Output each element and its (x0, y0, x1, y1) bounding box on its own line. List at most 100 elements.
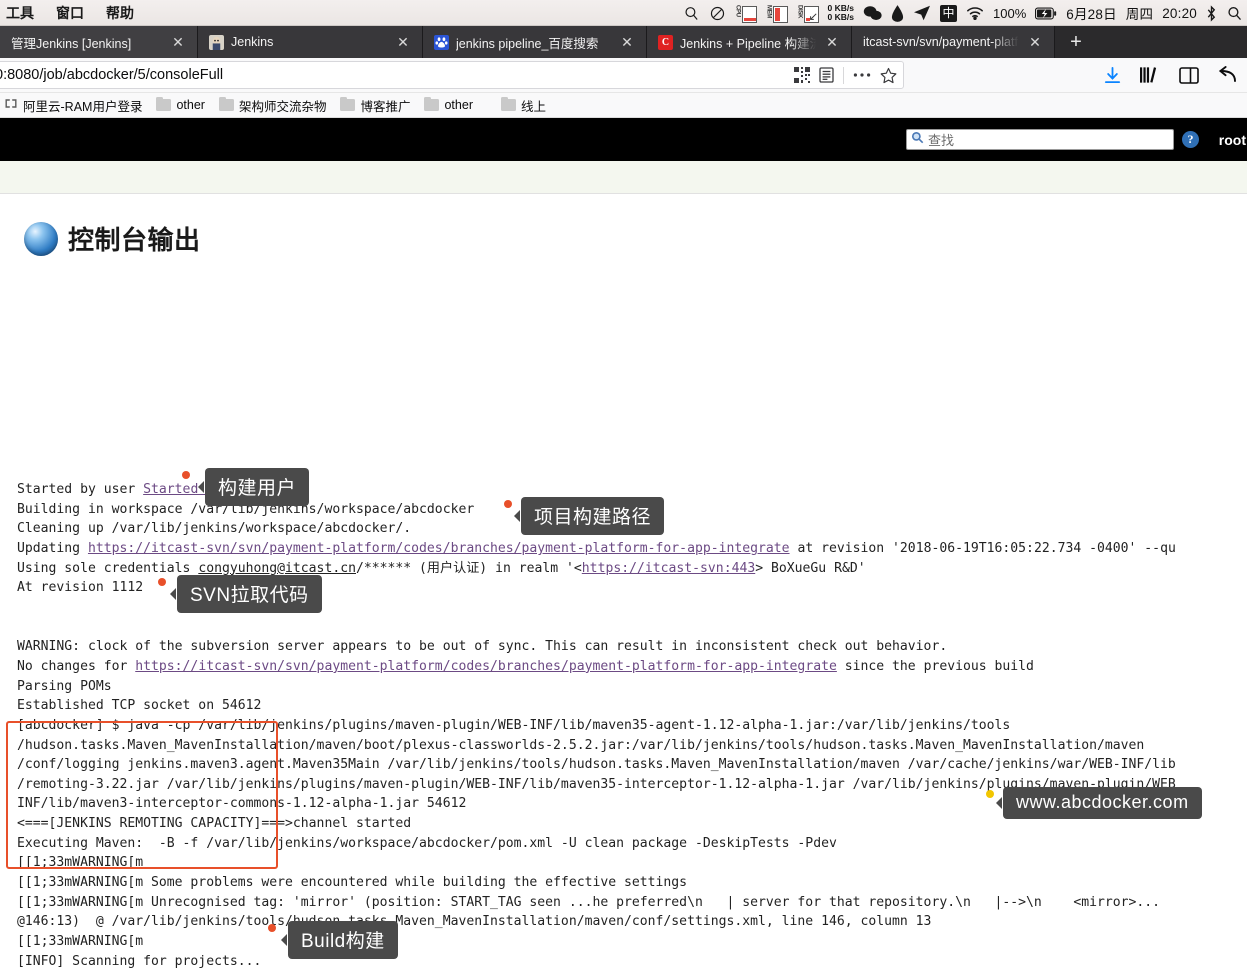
wechat-icon[interactable] (863, 0, 882, 26)
link-icon (4, 97, 18, 113)
bookmark-item[interactable]: 阿里云-RAM用户登录 (4, 96, 142, 115)
browser-tab[interactable]: 管理Jenkins [Jenkins] ✕ (0, 26, 198, 58)
qrcode-icon[interactable] (794, 67, 810, 83)
reader-mode-icon[interactable] (819, 67, 834, 83)
creative-cloud-icon[interactable] (709, 0, 726, 26)
console-line: Cleaning up /var/lib/jenkins/workspace/a… (17, 521, 412, 537)
realm-url-link[interactable]: https://itcast-svn:443 (582, 561, 755, 576)
url-input[interactable]: 0:8080/job/abcdocker/5/consoleFull (0, 67, 786, 83)
tab-title: 管理Jenkins [Jenkins] (11, 36, 132, 51)
search-input[interactable]: 查找 (906, 129, 1174, 150)
browser-tab[interactable]: itcast-svn/svn/payment-platform/co ✕ (852, 26, 1055, 58)
bookmark-label: 架构师交流杂物 (238, 99, 327, 114)
browser-tab[interactable]: C Jenkins + Pipeline 构建流水线发 ✕ (647, 26, 852, 58)
memory-meter-icon: MEM (766, 4, 788, 23)
menu-window[interactable]: 窗口 (56, 3, 84, 23)
console-line: No changes for https://itcast-svn/svn/pa… (17, 658, 1034, 674)
browser-tab[interactable]: Jenkins ✕ (198, 26, 423, 58)
close-icon[interactable]: ✕ (618, 35, 636, 49)
battery-charging-icon (1035, 0, 1057, 26)
cpu-meter-icon: CPU (735, 4, 757, 23)
url-bar[interactable]: 0:8080/job/abcdocker/5/consoleFull (0, 61, 904, 89)
console-line: Established TCP socket on 54612 (17, 698, 262, 714)
console-line: Updating https://itcast-svn/svn/payment-… (17, 540, 1176, 556)
callout-dot (504, 500, 512, 508)
bookmark-item[interactable]: 架构师交流杂物 (218, 96, 327, 115)
console-line: At revision 1112 (17, 580, 144, 596)
network-speed-indicator: 0 KB/s 0 KB/s (827, 3, 855, 23)
callout-dot (986, 790, 994, 798)
new-tab-button[interactable]: + (1055, 26, 1097, 58)
folder-icon (500, 96, 516, 111)
callout-label: www.abcdocker.com (1016, 792, 1189, 812)
status-ball-icon (24, 221, 58, 256)
svn-url-link[interactable]: https://itcast-svn/svn/payment-platform/… (88, 541, 790, 556)
bookmark-item[interactable]: other (156, 96, 205, 112)
close-icon[interactable]: ✕ (823, 35, 841, 49)
jenkins-favicon (209, 34, 224, 50)
menubar-date[interactable]: 6月28日 (1066, 3, 1117, 23)
close-icon[interactable]: ✕ (169, 35, 187, 49)
browser-navigation-bar: 0:8080/job/abcdocker/5/consoleFull (0, 58, 1247, 93)
wifi-icon[interactable] (966, 0, 984, 26)
console-line: [[1;33mWARNING[m Unrecognised tag: 'mirr… (17, 894, 1161, 910)
bookmark-label: other (444, 98, 473, 112)
callout-svn-checkout: SVN拉取代码 (170, 575, 322, 613)
library-icon[interactable] (1140, 66, 1161, 84)
spotlight-search-icon[interactable] (683, 0, 700, 26)
menu-tools[interactable]: 工具 (6, 3, 34, 23)
disk-meter-icon: DISK (797, 4, 819, 23)
toolbar-divider (843, 66, 844, 84)
browser-tab[interactable]: jenkins pipeline_百度搜索 ✕ (423, 26, 647, 58)
tab-title: jenkins pipeline_百度搜索 (456, 36, 599, 51)
callout-watermark-site: www.abcdocker.com (996, 787, 1202, 819)
dropbox-icon[interactable] (891, 0, 904, 26)
current-user-label[interactable]: root (1219, 132, 1247, 148)
console-line: Executing Maven: -B -f /var/lib/jenkins/… (17, 835, 837, 851)
sidebar-icon[interactable] (1179, 66, 1199, 84)
search-icon (911, 131, 924, 149)
bluetooth-icon[interactable] (1206, 0, 1217, 26)
menu-help[interactable]: 帮助 (106, 3, 134, 23)
bookmark-item[interactable]: other (424, 96, 473, 112)
search-icon[interactable] (1226, 0, 1243, 26)
svn-url-link[interactable]: https://itcast-svn/svn/payment-platform/… (135, 659, 837, 674)
jenkins-header: 查找 ? root (0, 118, 1247, 161)
menubar-weekday[interactable]: 周四 (1126, 3, 1153, 23)
bookmark-item[interactable]: 线上 (500, 96, 546, 115)
bookmarks-bar: 阿里云-RAM用户登录 other 架构师交流杂物 博客推广 other 线上 (0, 93, 1247, 118)
help-icon[interactable]: ? (1182, 131, 1199, 148)
bookmark-label: other (176, 98, 205, 112)
close-icon[interactable]: ✕ (394, 35, 412, 49)
breadcrumb (0, 161, 1247, 194)
baidu-favicon (434, 34, 449, 50)
console-line: <===[JENKINS REMOTING CAPACITY]===>chann… (17, 816, 412, 832)
menubar-time[interactable]: 20:20 (1162, 6, 1197, 21)
page-actions-icon[interactable] (853, 72, 871, 78)
input-method-icon[interactable]: 中 (940, 0, 958, 26)
downloads-icon[interactable] (1103, 66, 1122, 85)
bookmark-star-icon[interactable] (880, 67, 897, 84)
bookmark-item[interactable]: 博客推广 (340, 96, 410, 115)
console-line: /remoting-3.22.jar /var/lib/jenkins/plug… (17, 776, 1176, 792)
console-line: [abcdocker] $ java -cp /var/lib/jenkins/… (17, 717, 1011, 733)
telegram-icon[interactable] (913, 0, 931, 26)
console-line: INF/lib/maven3-interceptor-commons-1.12-… (17, 796, 467, 812)
callout-dot (158, 578, 166, 586)
console-line: Parsing POMs (17, 678, 112, 694)
back-arrow-icon[interactable] (1217, 66, 1237, 84)
folder-icon (340, 96, 356, 111)
bookmark-label: 阿里云-RAM用户登录 (23, 99, 143, 114)
callout-label: SVN拉取代码 (190, 585, 309, 606)
console-line: WARNING: clock of the subversion server … (17, 639, 948, 655)
folder-icon (218, 96, 234, 111)
callout-build-user: 构建用户 (197, 468, 310, 506)
battery-percent-label: 100% (993, 5, 1027, 21)
search-placeholder: 查找 (928, 133, 955, 148)
close-icon[interactable]: ✕ (1026, 35, 1044, 49)
browser-tab-strip: 管理Jenkins [Jenkins] ✕ Jenkins ✕ jenkins … (0, 26, 1247, 58)
console-line: /conf/logging jenkins.maven3.agent.Maven… (17, 757, 1176, 773)
browser-toolbar-actions (1103, 66, 1239, 85)
callout-build-path: 项目构建路径 (513, 497, 665, 535)
net-download-rate: 0 KB/s (827, 12, 855, 22)
